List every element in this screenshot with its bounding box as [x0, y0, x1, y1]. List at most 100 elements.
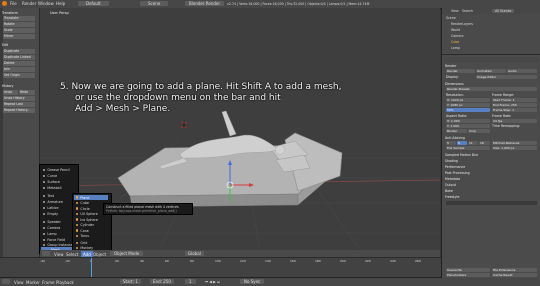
aa-5[interactable]: 5 — [446, 141, 456, 145]
animation-button[interactable]: Animation — [476, 69, 506, 73]
layout-selector[interactable]: Default — [78, 1, 109, 6]
vp-menu-object[interactable]: Object — [93, 252, 106, 257]
menu-file[interactable]: File — [10, 1, 17, 6]
output-header[interactable]: Output — [445, 183, 456, 187]
start-frame-prop[interactable]: Start Frame: 1 — [492, 98, 537, 102]
outliner-search-menu[interactable]: Search — [462, 9, 473, 13]
outliner-item-lamp[interactable]: Lamp — [451, 46, 460, 50]
outliner-item-renderlayers[interactable]: RenderLayers — [451, 22, 473, 26]
add-curve[interactable]: Curve — [43, 174, 57, 178]
render-engine-selector[interactable]: Blender Render — [185, 1, 225, 6]
audio-button[interactable]: Audio — [507, 69, 537, 73]
repeat-history-button[interactable]: Repeat History... — [3, 108, 35, 113]
aa-11[interactable]: 11 — [468, 141, 478, 145]
start-frame-field[interactable]: Start: 1 — [120, 279, 141, 284]
duplicate-linked-button[interactable]: Duplicate Linked — [3, 55, 35, 60]
dimensions-header[interactable]: Dimensions — [445, 82, 464, 86]
full-sample-checkbox[interactable]: Full Sample — [446, 146, 490, 150]
output-path-field[interactable] — [446, 201, 537, 205]
tl-menu-marker[interactable]: Marker — [26, 280, 40, 285]
add-camera[interactable]: Camera — [43, 226, 60, 230]
tl-menu-view[interactable]: View — [14, 280, 24, 285]
delete-button[interactable]: Delete — [3, 61, 35, 66]
add-speaker[interactable]: Speaker — [43, 220, 61, 224]
add-surface[interactable]: Surface — [43, 180, 60, 184]
tl-menu-playback[interactable]: Playback — [56, 280, 74, 285]
add-empty[interactable]: Empty — [43, 212, 58, 216]
mesh-plane[interactable]: Plane — [76, 196, 89, 200]
crop-checkbox[interactable]: Crop — [468, 129, 490, 133]
performance-header[interactable]: Performance — [445, 165, 465, 169]
overwrite-checkbox[interactable]: Overwrite — [446, 268, 490, 272]
transform-header[interactable]: Transform — [2, 11, 18, 15]
history-header[interactable]: History — [2, 84, 13, 88]
res-x-field[interactable]: X: 1920 px — [446, 98, 490, 102]
end-frame-field[interactable]: End: 250 — [150, 279, 174, 284]
metadata-header[interactable]: Metadata — [445, 177, 460, 181]
playback-controls[interactable]: ⏮ ◀ ▶ ⏭ — [205, 280, 220, 284]
mesh-torus[interactable]: Torus — [76, 234, 89, 238]
mesh-circle[interactable]: Circle — [76, 207, 90, 211]
menu-render[interactable]: Render — [22, 1, 36, 6]
aspect-x-field[interactable]: X: 1.000 — [446, 119, 490, 123]
mirror-button[interactable]: Mirror — [3, 34, 35, 39]
vp-menu-view[interactable]: View — [54, 252, 64, 257]
res-y-field[interactable]: Y: 1080 px — [446, 103, 490, 107]
menu-help[interactable]: Help — [56, 1, 65, 6]
frame-step-prop[interactable]: Frame Step: 1 — [492, 108, 537, 112]
placeholders-checkbox[interactable]: Placeholders — [446, 273, 490, 277]
display-selector[interactable]: Image Editor — [476, 75, 537, 79]
file-extensions-checkbox[interactable]: File Extensions — [492, 268, 537, 272]
add-metaball[interactable]: Metaball — [43, 186, 62, 190]
motion-blur-header[interactable]: Sampled Motion Blur — [445, 153, 478, 157]
outliner-item-scene[interactable]: Scene — [446, 16, 456, 20]
post-processing-header[interactable]: Post Processing — [445, 171, 470, 175]
translate-button[interactable]: Translate — [3, 16, 35, 21]
properties-tabs[interactable] — [444, 57, 538, 62]
add-text[interactable]: Text — [43, 194, 54, 198]
mode-selector[interactable]: Object Mode — [110, 251, 144, 256]
mesh-cylinder[interactable]: Cylinder — [76, 223, 94, 227]
shading-header[interactable]: Shading — [445, 159, 458, 163]
rotate-button[interactable]: Rotate — [3, 22, 35, 27]
anti-aliasing-header[interactable]: Anti-Aliasing — [445, 136, 465, 140]
mesh-grid[interactable]: Grid — [76, 241, 87, 245]
sync-selector[interactable]: No Sync — [240, 279, 265, 284]
add-lattice[interactable]: Lattice — [43, 206, 59, 210]
add-lamp[interactable]: Lamp — [43, 232, 57, 236]
set-origin-button[interactable]: Set Origin — [3, 73, 35, 78]
outliner-item-camera[interactable]: Camera — [451, 34, 464, 38]
frame-rate-selector[interactable]: 24 fps — [492, 119, 537, 123]
pivot-selector[interactable]: Global — [185, 251, 204, 256]
playhead[interactable] — [91, 258, 92, 278]
end-frame-prop[interactable]: End Frame: 250 — [492, 103, 537, 107]
outliner-view-menu[interactable]: View — [451, 9, 459, 13]
outliner-filter[interactable]: All Scenes — [492, 8, 515, 13]
res-percent-slider[interactable]: 50% — [446, 108, 490, 112]
render-button[interactable]: Render — [446, 69, 475, 73]
redo-button[interactable]: Redo — [19, 90, 35, 95]
tl-menu-frame[interactable]: Frame — [42, 280, 54, 285]
render-presets-selector[interactable]: Render Presets — [446, 87, 537, 91]
aa-16[interactable]: 16 — [479, 141, 490, 145]
mesh-cube[interactable]: Cube — [76, 201, 89, 205]
add-armature[interactable]: Armature — [43, 200, 63, 204]
add-force-field[interactable]: Force Field — [43, 238, 65, 242]
scene-selector[interactable]: Scene — [140, 1, 169, 6]
render-section-header[interactable]: Render — [445, 64, 456, 68]
aspect-y-field[interactable]: Y: 1.000 — [446, 124, 490, 128]
cache-result-checkbox[interactable]: Cache Result — [492, 273, 537, 277]
outliner-item-cube[interactable]: Cube — [451, 40, 459, 44]
aa-filter-selector[interactable]: Mitchell-Netravali — [492, 141, 537, 145]
mesh-cone[interactable]: Cone — [76, 229, 89, 233]
add-grease-pencil[interactable]: Grease Pencil — [43, 168, 70, 172]
menu-window[interactable]: Window — [38, 1, 54, 6]
current-frame-field[interactable]: 1 — [185, 279, 196, 284]
repeat-last-button[interactable]: Repeat Last — [3, 102, 35, 107]
edit-header[interactable]: Edit — [2, 43, 8, 47]
mesh-ico-sphere[interactable]: Ico Sphere — [76, 218, 98, 222]
outliner-item-world[interactable]: World — [451, 28, 460, 32]
border-checkbox[interactable]: Border — [446, 129, 467, 133]
vp-menu-select[interactable]: Select — [66, 252, 78, 257]
scale-button[interactable]: Scale — [3, 28, 35, 33]
